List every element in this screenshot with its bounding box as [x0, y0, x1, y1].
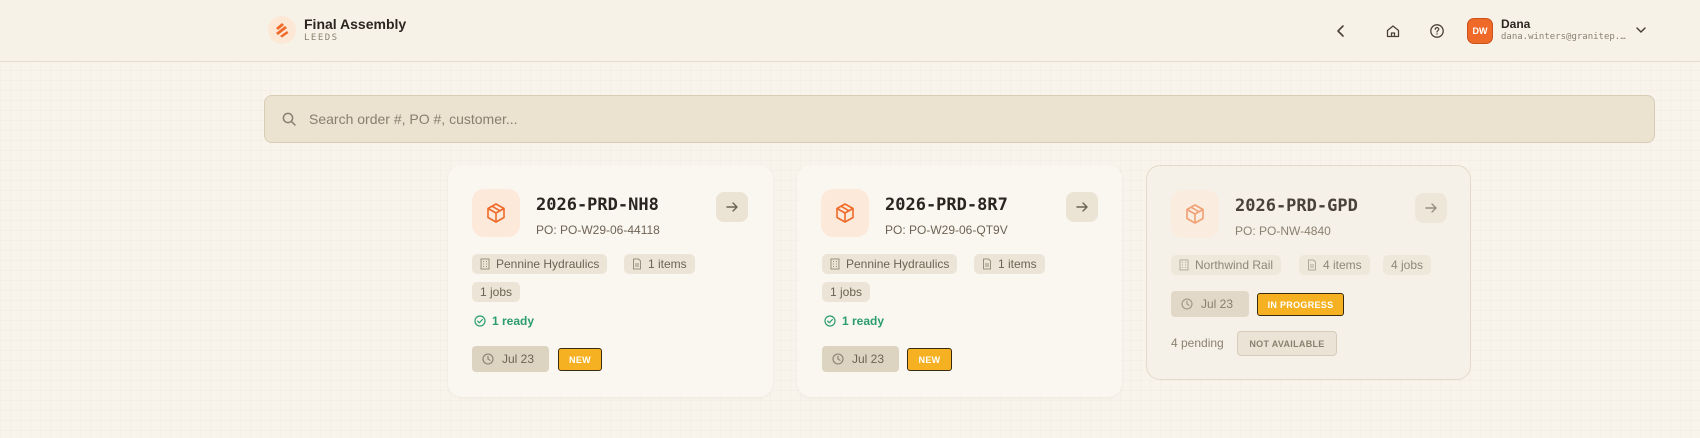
- ready-status: 1 ready: [474, 314, 534, 328]
- open-order-button[interactable]: [1066, 192, 1098, 222]
- back-button[interactable]: [1329, 19, 1353, 43]
- clock-icon: [482, 353, 494, 365]
- search-icon: [281, 111, 297, 127]
- order-card[interactable]: 2026-PRD-GPD PO: PO-NW-4840 Northwind Ra…: [1146, 165, 1471, 380]
- clock-icon: [832, 353, 844, 365]
- order-number: 2026-PRD-NH8: [536, 195, 659, 215]
- order-card[interactable]: 2026-PRD-NH8 PO: PO-W29-06-44118 Pennine…: [448, 165, 773, 397]
- items-count: 1 items: [998, 257, 1037, 271]
- ready-count: 1 ready: [492, 314, 535, 328]
- building-icon: [1179, 259, 1189, 271]
- home-button[interactable]: [1381, 19, 1405, 43]
- clock-icon: [1181, 298, 1193, 310]
- items-chip: 4 items: [1299, 255, 1370, 275]
- user-menu[interactable]: DW Dana dana.winters@granitep...: [1467, 17, 1631, 44]
- status-badge: NEW: [558, 348, 602, 371]
- po-number: PO: PO-W29-06-44118: [536, 223, 660, 237]
- status-badge: IN PROGRESS: [1257, 293, 1344, 316]
- due-date: Jul 23: [502, 352, 535, 366]
- package-icon: [472, 189, 520, 237]
- document-icon: [632, 258, 642, 270]
- customer-chip: Pennine Hydraulics: [472, 254, 608, 274]
- order-number: 2026-PRD-8R7: [885, 195, 1008, 215]
- jobs-chip: 1 jobs: [822, 282, 871, 302]
- open-order-button[interactable]: [1415, 193, 1447, 223]
- customer-chip: Pennine Hydraulics: [822, 254, 958, 274]
- po-number: PO: PO-W29-06-QT9V: [885, 223, 1008, 237]
- arrow-right-icon: [726, 202, 738, 212]
- avatar: DW: [1467, 17, 1493, 44]
- jobs-chip: 1 jobs: [472, 282, 521, 302]
- po-number: PO: PO-NW-4840: [1235, 224, 1331, 238]
- items-chip: 1 items: [974, 254, 1045, 274]
- help-circle-icon: [1430, 24, 1444, 38]
- user-menu-toggle[interactable]: [1634, 23, 1648, 42]
- check-circle-icon: [474, 315, 486, 327]
- due-date: Jul 23: [852, 352, 885, 366]
- user-email: dana.winters@granitep...: [1501, 32, 1631, 42]
- pending-count: 4 pending: [1171, 336, 1224, 350]
- building-icon: [830, 258, 840, 270]
- jobs-count: 1 jobs: [480, 285, 513, 299]
- user-name: Dana: [1501, 17, 1531, 31]
- chevron-left-icon: [1337, 25, 1344, 37]
- home-icon: [1386, 25, 1400, 38]
- location-title: Final Assembly: [304, 16, 407, 32]
- order-number: 2026-PRD-GPD: [1235, 196, 1358, 216]
- document-icon: [982, 258, 992, 270]
- ready-count: 1 ready: [842, 314, 885, 328]
- customer-name: Northwind Rail: [1195, 258, 1274, 272]
- customer-name: Pennine Hydraulics: [496, 257, 600, 271]
- check-circle-icon: [824, 315, 836, 327]
- top-bar: Final Assembly LEEDS DW Dana dana.winter…: [0, 0, 1700, 62]
- due-date-chip: Jul 23: [1171, 291, 1249, 317]
- document-icon: [1307, 259, 1317, 271]
- open-order-button[interactable]: [716, 192, 748, 222]
- chevron-down-icon: [1636, 27, 1646, 33]
- arrow-right-icon: [1425, 203, 1437, 213]
- search-bar[interactable]: [264, 95, 1655, 143]
- jobs-count: 1 jobs: [830, 285, 863, 299]
- location-subtitle: LEEDS: [304, 33, 339, 43]
- help-button[interactable]: [1425, 19, 1449, 43]
- search-input[interactable]: [309, 111, 1654, 127]
- status-badge: NEW: [907, 348, 952, 371]
- ready-status: 1 ready: [824, 314, 884, 328]
- package-icon: [1171, 190, 1219, 238]
- order-card[interactable]: 2026-PRD-8R7 PO: PO-W29-06-QT9V Pennine …: [797, 165, 1122, 397]
- package-icon: [821, 189, 869, 237]
- jobs-count: 4 jobs: [1391, 258, 1424, 272]
- building-icon: [480, 258, 490, 270]
- items-count: 4 items: [1323, 258, 1362, 272]
- due-date-chip: Jul 23: [472, 346, 549, 372]
- jobs-chip: 4 jobs: [1383, 255, 1432, 275]
- customer-name: Pennine Hydraulics: [846, 257, 950, 271]
- customer-chip: Northwind Rail: [1171, 255, 1282, 275]
- due-date-chip: Jul 23: [822, 346, 899, 372]
- flame-logo-icon: [268, 16, 296, 44]
- items-count: 1 items: [648, 257, 687, 271]
- availability-badge: NOT AVAILABLE: [1237, 331, 1337, 356]
- due-date: Jul 23: [1201, 297, 1234, 311]
- arrow-right-icon: [1076, 202, 1088, 212]
- items-chip: 1 items: [624, 254, 695, 274]
- brand[interactable]: Final Assembly LEEDS: [268, 16, 406, 44]
